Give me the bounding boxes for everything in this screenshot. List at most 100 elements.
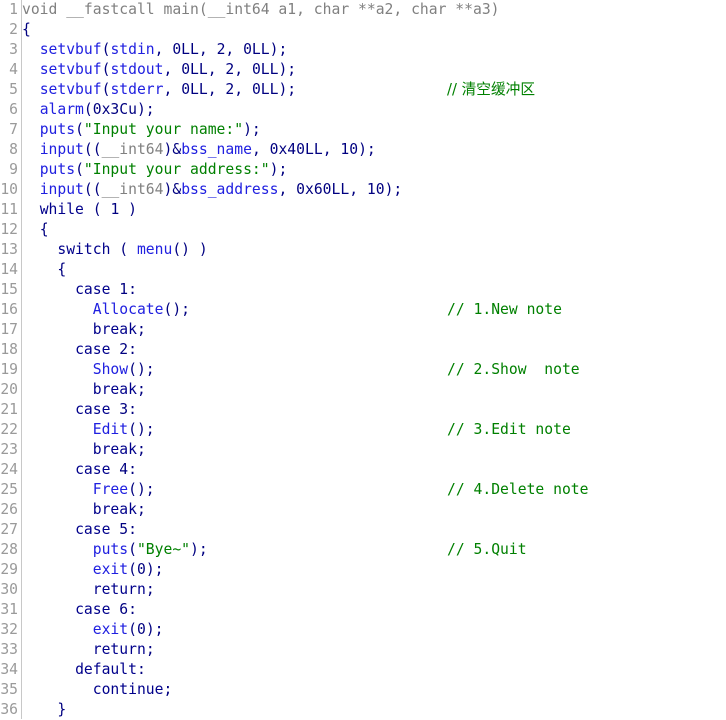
token-fn: Edit: [92, 421, 129, 438]
code-line[interactable]: 3 setvbuf(stdin, 0LL, 2, 0LL);: [0, 40, 726, 60]
code-text[interactable]: alarm(0x3Cu);: [22, 100, 155, 120]
code-line[interactable]: 14 {: [0, 260, 726, 280]
code-line[interactable]: 17 break;: [0, 320, 726, 340]
code-line[interactable]: 1 void __fastcall main(__int64 a1, char *…: [0, 0, 726, 20]
code-text[interactable]: return;: [22, 640, 155, 660]
code-line[interactable]: 21 case 3:: [0, 400, 726, 420]
code-line[interactable]: 15 case 1:: [0, 280, 726, 300]
token-kw: case: [75, 401, 111, 418]
code-line[interactable]: 35 continue;: [0, 680, 726, 700]
inline-comment[interactable]: // 1.New note: [447, 300, 562, 320]
code-line[interactable]: 32 exit(0);: [0, 620, 726, 640]
code-line[interactable]: 34 default:: [0, 660, 726, 680]
code-line[interactable]: 24 case 4:: [0, 460, 726, 480]
code-text[interactable]: break;: [22, 500, 146, 520]
code-line[interactable]: 13 switch ( menu() ): [0, 240, 726, 260]
code-line[interactable]: 4 setvbuf(stdout, 0LL, 2, 0LL);: [0, 60, 726, 80]
inline-comment[interactable]: // 3.Edit note: [447, 420, 571, 440]
inline-comment[interactable]: // 4.Delete note: [447, 480, 588, 500]
code-text[interactable]: return;: [22, 580, 155, 600]
code-text[interactable]: break;: [22, 380, 146, 400]
code-text[interactable]: case 6:: [22, 600, 137, 620]
code-line[interactable]: 30 return;: [0, 580, 726, 600]
line-number: 18: [0, 341, 18, 358]
code-text[interactable]: setvbuf(stdin, 0LL, 2, 0LL);: [22, 40, 288, 60]
code-line[interactable]: 23 break;: [0, 440, 726, 460]
code-line[interactable]: 36 }: [0, 700, 726, 720]
code-text[interactable]: input((__int64)&bss_address, 0x60LL, 10)…: [22, 180, 403, 200]
code-line[interactable]: 27 case 5:: [0, 520, 726, 540]
code-text[interactable]: break;: [22, 440, 146, 460]
code-text[interactable]: exit(0);: [22, 620, 164, 640]
pseudocode-editor[interactable]: 1 void __fastcall main(__int64 a1, char *…: [0, 0, 726, 719]
token-punct: ((: [83, 181, 102, 198]
code-line[interactable]: 29 exit(0);: [0, 560, 726, 580]
code-line[interactable]: 9 puts("Input your address:");: [0, 160, 726, 180]
code-text[interactable]: setvbuf(stdout, 0LL, 2, 0LL);: [22, 60, 296, 80]
code-line[interactable]: 11 while ( 1 ): [0, 200, 726, 220]
code-text[interactable]: exit(0);: [22, 560, 164, 580]
code-text[interactable]: puts("Input your address:");: [22, 160, 288, 180]
code-text[interactable]: continue;: [22, 680, 173, 700]
code-text[interactable]: case 1:: [22, 280, 137, 300]
code-text[interactable]: Free();: [22, 480, 155, 500]
token-num: 2: [119, 341, 129, 358]
line-number: 20: [0, 381, 18, 398]
code-line[interactable]: 28 puts("Bye~"); // 5.Quit: [0, 540, 726, 560]
token-punct: :: [128, 401, 137, 418]
code-text[interactable]: void __fastcall main(__int64 a1, char **…: [22, 0, 500, 20]
token-punct: );: [269, 161, 288, 178]
inline-comment[interactable]: // 5.Quit: [447, 540, 527, 560]
code-text[interactable]: case 2:: [22, 340, 137, 360]
code-line[interactable]: 8 input((__int64)&bss_name, 0x40LL, 10);: [0, 140, 726, 160]
code-line[interactable]: 10 input((__int64)&bss_address, 0x60LL, …: [0, 180, 726, 200]
code-text[interactable]: Show();: [22, 360, 155, 380]
code-text[interactable]: Allocate();: [22, 300, 190, 320]
token-num: 0LL: [181, 61, 208, 78]
code-text[interactable]: setvbuf(stderr, 0LL, 2, 0LL);: [22, 80, 296, 100]
line-number: 17: [0, 321, 18, 338]
code-line[interactable]: 16 Allocate(); // 1.New note: [0, 300, 726, 320]
code-text[interactable]: {: [22, 20, 31, 40]
code-text[interactable]: case 5:: [22, 520, 137, 540]
token-punct: (: [83, 201, 111, 218]
code-line[interactable]: 26 break;: [0, 500, 726, 520]
code-line[interactable]: 19 Show(); // 2.Show note: [0, 360, 726, 380]
inline-comment[interactable]: // 清空缓冲区: [447, 80, 535, 100]
code-text[interactable]: puts("Input your name:");: [22, 120, 261, 140]
code-line[interactable]: 18 case 2:: [0, 340, 726, 360]
code-text[interactable]: break;: [22, 320, 146, 340]
code-text[interactable]: switch ( menu() ): [22, 240, 207, 260]
code-text[interactable]: default:: [22, 660, 146, 680]
code-text[interactable]: Edit();: [22, 420, 155, 440]
code-line[interactable]: 22 Edit(); // 3.Edit note: [0, 420, 726, 440]
code-line[interactable]: 2{: [0, 20, 726, 40]
code-text[interactable]: case 3:: [22, 400, 137, 420]
code-line[interactable]: 5 setvbuf(stderr, 0LL, 2, 0LL); // 清空缓冲区: [0, 80, 726, 100]
line-number: 22: [0, 421, 18, 438]
code-line[interactable]: 33 return;: [0, 640, 726, 660]
code-line[interactable]: 31 case 6:: [0, 600, 726, 620]
code-line[interactable]: 6 alarm(0x3Cu);: [0, 100, 726, 120]
code-line[interactable]: 25 Free(); // 4.Delete note: [0, 480, 726, 500]
code-text[interactable]: }: [22, 700, 66, 720]
code-line[interactable]: 12 {: [0, 220, 726, 240]
code-line[interactable]: 7 puts("Input your name:");: [0, 120, 726, 140]
token-punct: (: [75, 161, 84, 178]
code-body[interactable]: 1 void __fastcall main(__int64 a1, char *…: [0, 0, 726, 720]
code-text[interactable]: puts("Bye~");: [22, 540, 208, 560]
inline-comment[interactable]: // 2.Show note: [447, 360, 580, 380]
token-punct: ,: [234, 81, 252, 98]
token-fn: stdout: [110, 61, 164, 78]
line-number: 33: [0, 641, 18, 658]
code-text[interactable]: while ( 1 ): [22, 200, 137, 220]
code-text[interactable]: {: [22, 260, 66, 280]
code-text[interactable]: case 4:: [22, 460, 137, 480]
code-line[interactable]: 20 break;: [0, 380, 726, 400]
code-text[interactable]: input((__int64)&bss_name, 0x40LL, 10);: [22, 140, 376, 160]
code-text[interactable]: {: [22, 220, 49, 240]
line-number: 21: [0, 401, 18, 418]
